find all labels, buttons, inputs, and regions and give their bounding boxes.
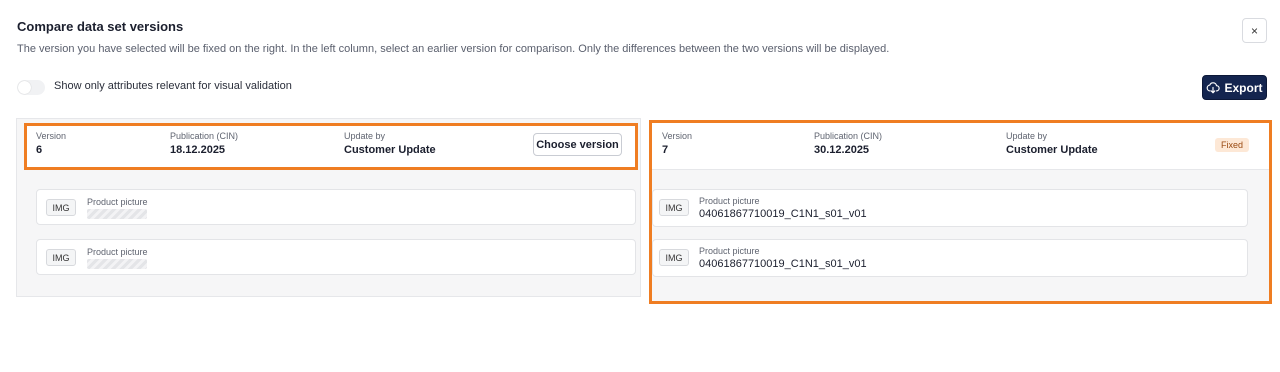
export-button[interactable]: Export [1202,75,1267,100]
choose-version-button[interactable]: Choose version [533,133,622,156]
right-version-label: Version [662,131,693,141]
left-attribute-row-2 [36,239,636,275]
right-publication-label: Publication (CIN) [814,131,883,141]
right-update-label: Update by [1006,131,1048,141]
right-update-value: Customer Update [1006,144,1098,156]
right-publication-meta: Publication (CIN) 30.12.2025 [814,131,882,156]
img-type-tag: IMG [46,199,76,216]
left-attribute-row-1 [36,189,636,225]
left-publication-meta: Publication (CIN) 18.12.2025 [170,131,238,156]
left-publication-label: Publication (CIN) [170,131,239,141]
attribute-label: Product picture [87,247,148,257]
right-version-meta: Version 7 [662,131,692,156]
left-version-label: Version [36,131,67,141]
empty-value-placeholder [87,259,147,269]
right-version-value: 7 [662,144,669,156]
img-type-tag: IMG [46,249,76,266]
left-version-value: 6 [36,144,43,156]
attribute-label: Product picture [699,246,760,256]
visual-validation-toggle-label: Show only attributes relevant for visual… [54,80,292,92]
attribute-value: 04061867710019_C1N1_s01_v01 [699,208,867,220]
left-update-label: Update by [344,131,386,141]
attribute-value: 04061867710019_C1N1_s01_v01 [699,258,867,270]
fixed-badge: Fixed [1215,138,1250,152]
close-button[interactable]: × [1242,18,1267,43]
toggle-knob [18,81,31,94]
right-version-header [652,123,1269,170]
left-update-meta: Update by Customer Update [344,131,436,156]
cloud-download-icon [1207,81,1221,93]
visual-validation-toggle[interactable] [17,80,45,95]
left-update-value: Customer Update [344,144,436,156]
right-update-meta: Update by Customer Update [1006,131,1098,156]
close-icon: × [1250,23,1258,38]
left-publication-value: 18.12.2025 [170,144,226,156]
export-button-label: Export [1224,80,1263,95]
left-version-meta: Version 6 [36,131,66,156]
empty-value-placeholder [87,209,147,219]
img-type-tag: IMG [659,249,689,266]
dialog-subtitle: The version you have selected will be fi… [17,43,890,55]
right-publication-value: 30.12.2025 [814,144,870,156]
attribute-label: Product picture [87,197,148,207]
dialog-title: Compare data set versions [17,19,184,34]
attribute-label: Product picture [699,196,760,206]
img-type-tag: IMG [659,199,689,216]
